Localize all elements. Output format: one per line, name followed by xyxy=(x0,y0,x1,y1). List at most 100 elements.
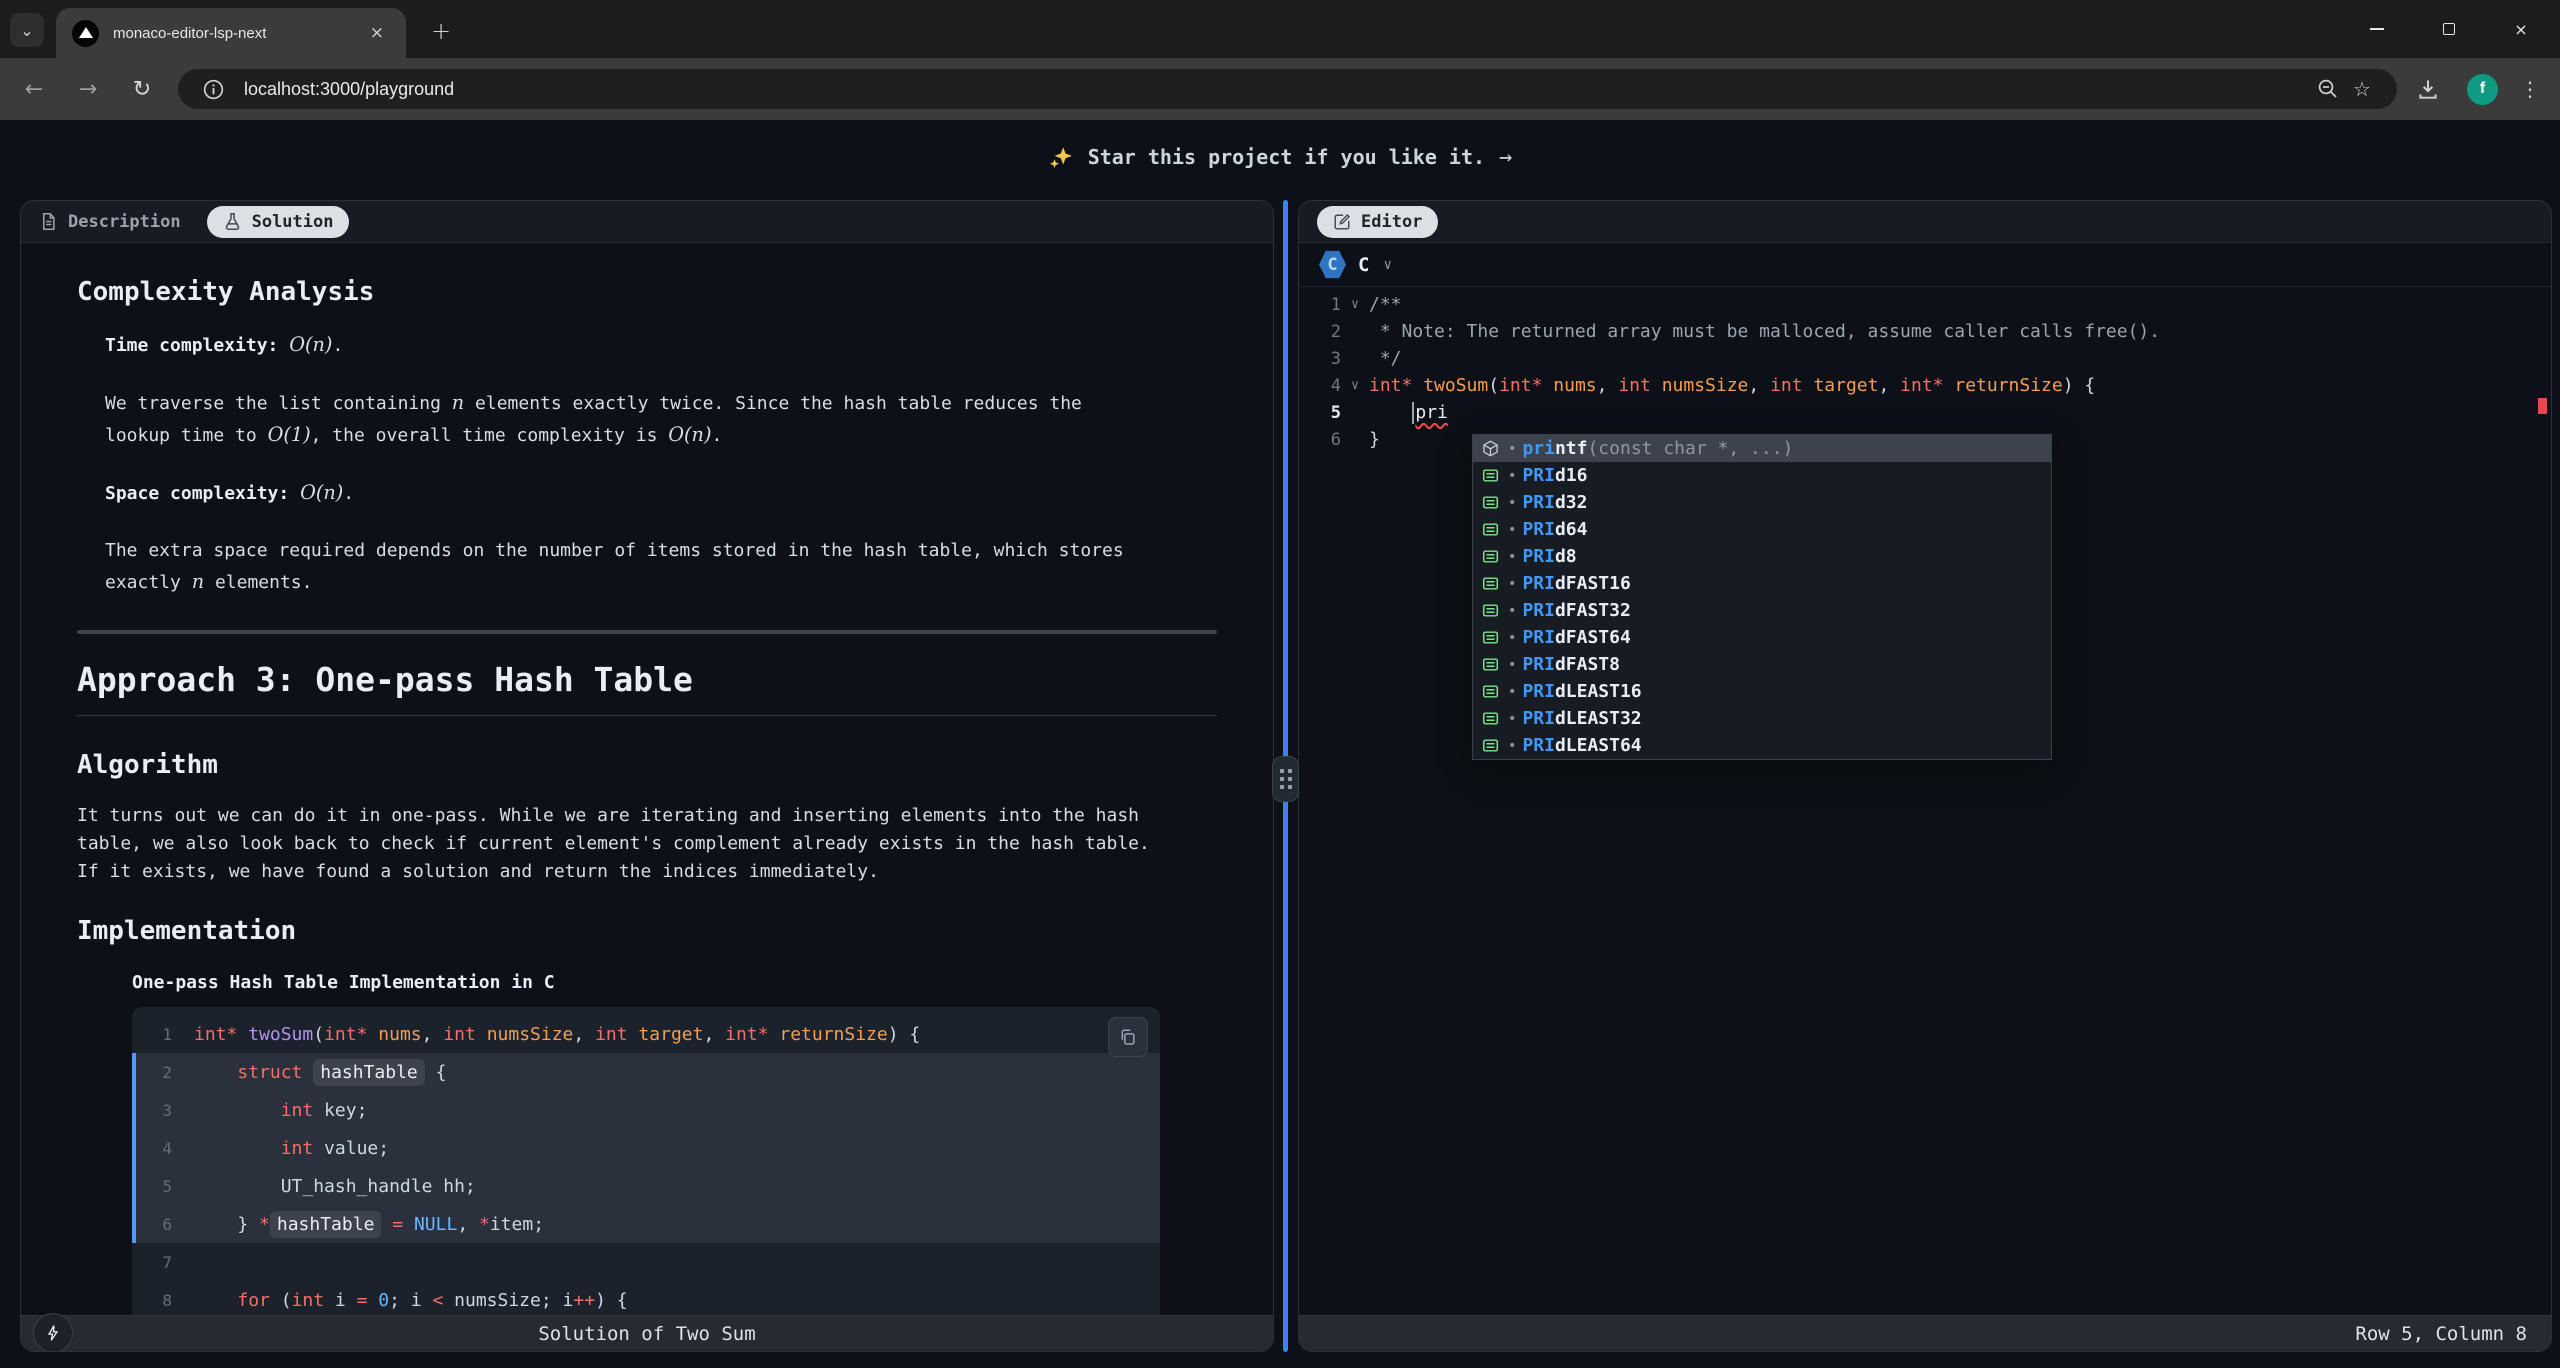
token xyxy=(476,1024,487,1045)
tab-search-button[interactable]: ⌄ xyxy=(10,13,44,47)
language-selector[interactable]: C xyxy=(1358,254,1369,276)
back-button[interactable]: ← xyxy=(14,69,54,109)
token: int* xyxy=(324,1024,367,1045)
section-divider xyxy=(77,630,1217,634)
constant-suggestion-icon xyxy=(1481,655,1500,674)
token: ) { xyxy=(595,1290,628,1311)
suggestion-item[interactable]: •PRIdLEAST64 xyxy=(1473,732,2051,759)
fold-chevron-icon[interactable]: ∨ xyxy=(1341,297,1369,312)
new-tab-button[interactable]: + xyxy=(424,14,458,48)
tab-description-label: Description xyxy=(68,212,181,232)
lightning-icon xyxy=(44,1324,62,1342)
suggestion-item[interactable]: •PRIdLEAST16 xyxy=(1473,678,2051,705)
tab-solution[interactable]: Solution xyxy=(207,206,350,238)
suggestion-item[interactable]: • PRId16 xyxy=(1473,462,2051,489)
line-number: 1 xyxy=(1299,295,1341,315)
menu-dots-icon[interactable]: ⋮ xyxy=(2520,77,2540,101)
suggestion-item[interactable]: •printf(const char *, ...) xyxy=(1473,435,2051,462)
line-number: 7 xyxy=(132,1253,194,1272)
fold-chevron-icon[interactable]: ∨ xyxy=(1341,378,1369,393)
token: int* xyxy=(725,1024,768,1045)
suggestion-item[interactable]: • PRIdFAST16 xyxy=(1473,570,2051,597)
token: twoSum xyxy=(1423,375,1488,396)
solution-panel: Description Solution Complexity Analysis… xyxy=(20,200,1274,1352)
close-button[interactable]: × xyxy=(2508,16,2534,42)
quick-action-button[interactable] xyxy=(33,1313,73,1352)
suggestion-item[interactable]: • PRIdLEAST32 xyxy=(1473,705,2051,732)
token: key; xyxy=(313,1100,367,1121)
code-line: 3 int key; xyxy=(132,1091,1160,1129)
tab-editor[interactable]: Editor xyxy=(1317,206,1438,238)
token: hashTable xyxy=(313,1059,425,1086)
token xyxy=(1369,402,1412,423)
suggestion-label: PRId32 xyxy=(1522,492,1587,513)
suggestion-item[interactable]: •PRIdFAST64 xyxy=(1473,624,2051,651)
tab-description[interactable]: Description xyxy=(39,212,181,232)
browser-tabstrip: ⌄ monaco-editor-lsp-next × + × xyxy=(0,0,2560,58)
implementation-section: One-pass Hash Table Implementation in C … xyxy=(132,972,1217,1315)
solution-document[interactable]: Complexity Analysis Time complexity: O(n… xyxy=(21,243,1273,1315)
token: returnSize xyxy=(1954,375,2062,396)
constant-suggestion-icon xyxy=(1481,547,1500,566)
suggestion-label: PRId16 xyxy=(1522,465,1587,486)
line-number: 8 xyxy=(132,1291,194,1310)
copy-code-button[interactable] xyxy=(1108,1017,1148,1057)
suggestion-bullet: • xyxy=(1508,603,1516,619)
code-line: 4∨int* twoSum(int* nums, int numsSize, i… xyxy=(1299,372,2551,399)
suggestion-item[interactable]: •PRId64 xyxy=(1473,516,2051,543)
token: ( xyxy=(1488,375,1499,396)
flask-icon xyxy=(223,212,242,231)
line-number: 5 xyxy=(1299,403,1341,423)
tab-editor-label: Editor xyxy=(1361,212,1422,232)
code-line: 2 struct hashTable { xyxy=(132,1053,1160,1091)
heading-algorithm: Algorithm xyxy=(77,750,1217,780)
profile-avatar[interactable]: f xyxy=(2467,74,2498,105)
text-segment: elements exactly twice. Since the hash t… xyxy=(464,393,1082,414)
editor-panel: Editor C C ∨ 1∨/**2 * Note: The returned… xyxy=(1298,200,2552,1352)
math-expression: O(n) xyxy=(300,481,343,504)
chevron-down-icon[interactable]: ∨ xyxy=(1383,257,1391,273)
suggestion-item[interactable]: •PRId8 xyxy=(1473,543,2051,570)
token: , xyxy=(1748,375,1770,396)
minimize-button[interactable] xyxy=(2364,16,2390,42)
suggestion-item[interactable]: •PRId32 xyxy=(1473,489,2051,516)
browser-tab[interactable]: monaco-editor-lsp-next × xyxy=(56,8,406,58)
reload-button[interactable]: ↻ xyxy=(122,69,162,109)
suggestion-label: PRIdLEAST32 xyxy=(1522,708,1641,729)
math-expression: n xyxy=(452,391,464,414)
zoom-out-icon[interactable] xyxy=(2311,72,2345,106)
banner-text: Star this project if you like it. xyxy=(1088,145,1485,169)
tab-close-icon[interactable]: × xyxy=(364,21,390,45)
line-number: 5 xyxy=(132,1177,194,1196)
text-segment: It turns out we can do it in one-pass. W… xyxy=(77,805,1139,826)
editor-panel-tabs: Editor xyxy=(1299,201,2551,243)
heading-implementation: Implementation xyxy=(77,916,1217,946)
suggestion-bullet: • xyxy=(1508,711,1516,727)
suggestion-bullet: • xyxy=(1508,738,1516,754)
text-segment: , the overall time complexity is xyxy=(311,425,669,446)
bookmark-star-icon[interactable]: ☆ xyxy=(2345,72,2379,106)
star-project-banner[interactable]: Star this project if you like it. → xyxy=(0,120,2560,194)
text-segment: The extra space required depends on the … xyxy=(105,540,1124,561)
url-text: localhost:3000/playground xyxy=(244,79,2311,100)
suggestion-item[interactable]: •PRIdFAST8 xyxy=(1473,651,2051,678)
forward-button[interactable]: → xyxy=(68,69,108,109)
suggestion-item[interactable]: •PRIdFAST32 xyxy=(1473,597,2051,624)
token xyxy=(1944,375,1955,396)
suggestion-bullet: • xyxy=(1508,576,1516,592)
maximize-button[interactable] xyxy=(2436,16,2462,42)
suggestion-bullet: • xyxy=(1508,468,1516,484)
monaco-editor[interactable]: 1∨/**2 * Note: The returned array must b… xyxy=(1299,287,2551,1315)
divider-drag-handle[interactable] xyxy=(1272,756,1299,802)
address-bar[interactable]: localhost:3000/playground ☆ xyxy=(178,69,2397,109)
token: i xyxy=(324,1290,357,1311)
math-expression: n xyxy=(192,570,204,593)
solution-footer: Solution of Two Sum xyxy=(21,1315,1273,1351)
site-info-icon[interactable] xyxy=(196,72,230,106)
token: ( xyxy=(270,1290,292,1311)
code-text: } xyxy=(1369,429,1380,450)
suggestion-label: PRIdFAST16 xyxy=(1522,573,1630,594)
download-icon[interactable] xyxy=(2411,72,2445,106)
token xyxy=(1542,375,1553,396)
line-number: 6 xyxy=(132,1215,194,1234)
